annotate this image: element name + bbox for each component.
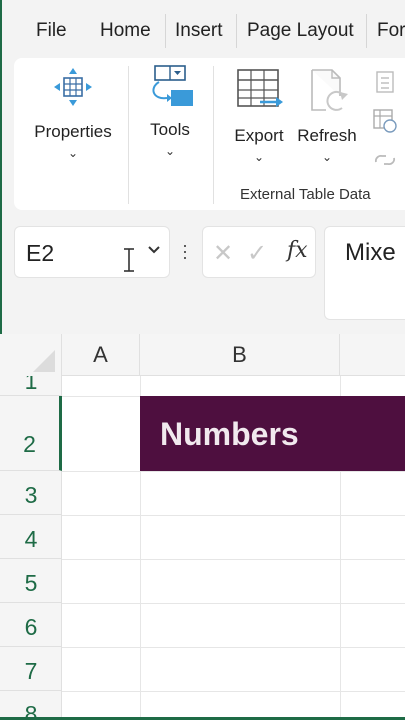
- cell-b2-text: Numbers: [160, 416, 299, 452]
- cancel-icon[interactable]: ✕: [213, 239, 233, 268]
- more-options-icon[interactable]: · · ·: [182, 236, 188, 266]
- row-header-8[interactable]: 8: [0, 691, 62, 720]
- enter-check-icon[interactable]: ✓: [247, 239, 267, 268]
- menu-separator: [165, 14, 166, 48]
- row-header-7[interactable]: 7: [0, 647, 62, 691]
- chevron-down-icon[interactable]: [147, 245, 161, 255]
- tools-button[interactable]: Tools ⌄: [136, 64, 204, 158]
- chevron-down-icon: ⌄: [321, 150, 333, 164]
- select-all-icon: [33, 350, 55, 372]
- refresh-label: Refresh: [297, 126, 357, 145]
- formula-controls: ✕ ✓ fx: [202, 226, 316, 278]
- tools-label: Tools: [150, 120, 190, 139]
- text-cursor-icon: [124, 248, 134, 272]
- properties-label: Properties: [34, 122, 112, 141]
- row-header-5[interactable]: 5: [0, 559, 62, 603]
- refresh-icon: [311, 69, 348, 111]
- formula-input-value: Mixe: [345, 239, 396, 266]
- refresh-button[interactable]: Refresh ⌄: [294, 66, 360, 164]
- formula-input[interactable]: Mixe: [324, 226, 405, 320]
- column-header-b[interactable]: B: [140, 334, 340, 376]
- row-header-4[interactable]: 4: [0, 515, 62, 559]
- column-header-a[interactable]: A: [62, 334, 140, 376]
- gridline: [62, 603, 405, 604]
- insert-function-icon[interactable]: fx: [287, 238, 308, 263]
- chevron-down-icon: ⌄: [164, 144, 176, 158]
- menu-file[interactable]: File: [36, 20, 67, 42]
- ribbon-divider: [128, 66, 129, 204]
- external-table-data-group-label: External Table Data: [240, 186, 371, 203]
- chevron-down-icon: ⌄: [67, 146, 79, 160]
- tools-icon: [152, 65, 193, 106]
- menu-bar: File Home Insert Page Layout For: [0, 0, 405, 58]
- gridline: [62, 647, 405, 648]
- gridline: [62, 471, 405, 472]
- ribbon-divider: [213, 66, 214, 204]
- cell-b2[interactable]: Numbers: [140, 396, 405, 471]
- menu-separator: [236, 14, 237, 48]
- gridline: [62, 691, 405, 692]
- spreadsheet-grid: A B 1 2 3 4 5 6 7 8 Numbers: [0, 334, 405, 720]
- row-header-2[interactable]: 2: [0, 396, 62, 471]
- export-button[interactable]: Export ⌄: [224, 66, 294, 164]
- properties-button[interactable]: Properties ⌄: [28, 66, 118, 160]
- menu-formulas[interactable]: For: [377, 20, 405, 42]
- name-box[interactable]: E2: [14, 226, 170, 278]
- gridline: [62, 559, 405, 560]
- row-header-6[interactable]: 6: [0, 603, 62, 647]
- name-box-value: E2: [26, 240, 55, 266]
- table-web-icon[interactable]: [372, 108, 398, 134]
- menu-separator: [366, 14, 367, 48]
- ribbon: Properties ⌄ Tools ⌄ Export ⌄ Refresh ⌄ …: [14, 58, 405, 210]
- row-header-1[interactable]: 1: [0, 376, 62, 396]
- export-label: Export: [234, 126, 284, 145]
- properties-icon: [54, 68, 92, 106]
- chevron-down-icon: ⌄: [253, 150, 265, 164]
- select-all-button[interactable]: [0, 334, 62, 376]
- menu-insert[interactable]: Insert: [175, 20, 223, 42]
- menu-page-layout[interactable]: Page Layout: [247, 20, 354, 42]
- gridline: [62, 515, 405, 516]
- export-table-icon: [237, 69, 283, 107]
- row-header-3[interactable]: 3: [0, 471, 62, 515]
- list-icon[interactable]: [374, 70, 396, 94]
- unlink-icon[interactable]: [372, 148, 398, 172]
- menu-home[interactable]: Home: [100, 20, 151, 42]
